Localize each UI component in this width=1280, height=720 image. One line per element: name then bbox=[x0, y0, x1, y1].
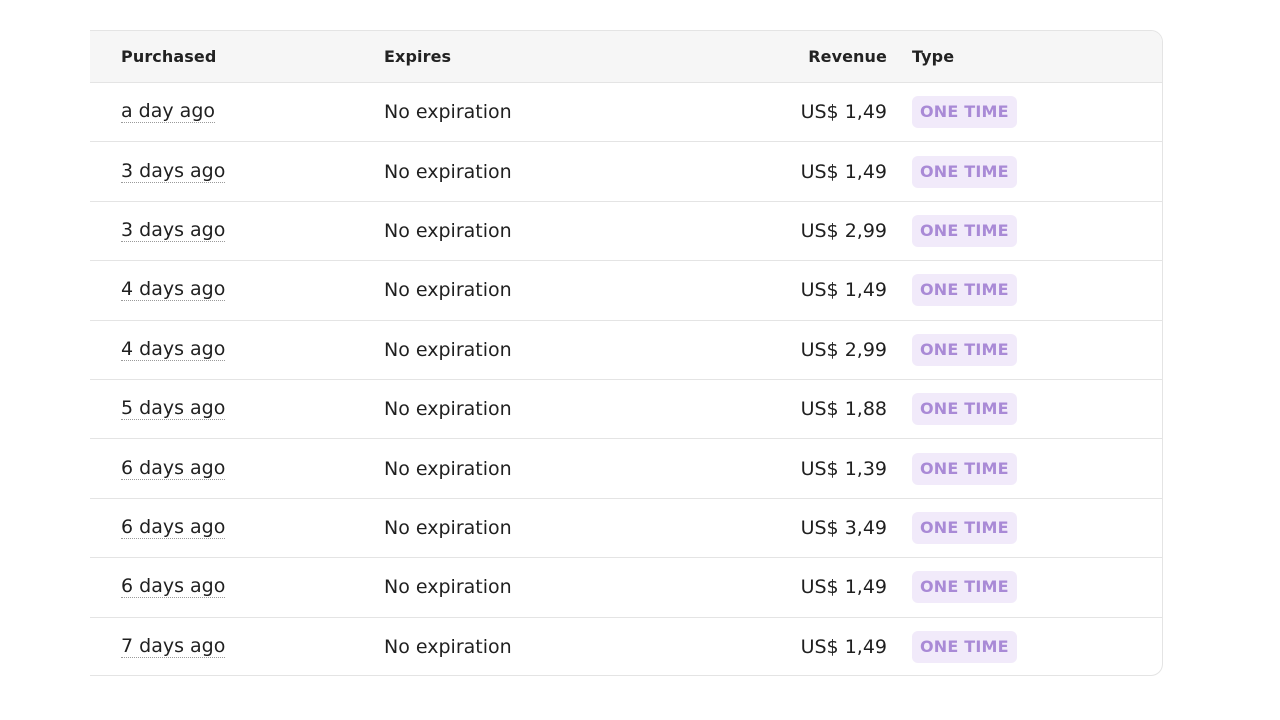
table-row[interactable]: 3 days ago No expiration US$ 2,99 ONE TIME bbox=[90, 202, 1162, 262]
type-cell: ONE TIME bbox=[912, 83, 1017, 141]
purchased-cell: 4 days ago bbox=[121, 321, 226, 379]
type-cell: ONE TIME bbox=[912, 618, 1017, 675]
table-row[interactable]: 4 days ago No expiration US$ 2,99 ONE TIME bbox=[90, 321, 1162, 380]
purchased-time[interactable]: a day ago bbox=[121, 101, 215, 124]
revenue-cell: US$ 3,49 bbox=[800, 516, 887, 539]
expires-cell: No expiration bbox=[384, 279, 512, 302]
type-badge: ONE TIME bbox=[912, 631, 1017, 664]
revenue-cell: US$ 1,49 bbox=[800, 101, 887, 124]
transactions-table: Purchased Expires Revenue Type a day ago… bbox=[90, 30, 1163, 676]
table-body: a day ago No expiration US$ 1,49 ONE TIME 3 … bbox=[90, 83, 1162, 675]
revenue-cell: US$ 1,49 bbox=[800, 160, 887, 183]
expires-cell: No expiration bbox=[384, 219, 512, 242]
expires-cell: No expiration bbox=[384, 398, 512, 421]
type-cell: ONE TIME bbox=[912, 261, 1017, 319]
type-cell: ONE TIME bbox=[912, 321, 1017, 379]
purchased-cell: 6 days ago bbox=[121, 558, 226, 616]
type-badge: ONE TIME bbox=[912, 571, 1017, 604]
type-cell: ONE TIME bbox=[912, 439, 1017, 497]
type-badge: ONE TIME bbox=[912, 452, 1017, 485]
type-badge: ONE TIME bbox=[912, 155, 1017, 188]
type-badge: ONE TIME bbox=[912, 96, 1017, 129]
table-row[interactable]: 6 days ago No expiration US$ 1,39 ONE TIME bbox=[90, 439, 1162, 499]
revenue-cell: US$ 2,99 bbox=[800, 338, 887, 361]
expires-cell: No expiration bbox=[384, 576, 512, 599]
type-badge: ONE TIME bbox=[912, 214, 1017, 247]
type-cell: ONE TIME bbox=[912, 558, 1017, 616]
type-badge: ONE TIME bbox=[912, 393, 1017, 426]
table-row[interactable]: a day ago No expiration US$ 1,49 ONE TIME bbox=[90, 83, 1162, 143]
expires-cell: No expiration bbox=[384, 101, 512, 124]
column-header-expires[interactable]: Expires bbox=[384, 31, 451, 82]
table-row[interactable]: 3 days ago No expiration US$ 1,49 ONE TIME bbox=[90, 142, 1162, 202]
purchased-time[interactable]: 4 days ago bbox=[121, 338, 226, 361]
purchased-time[interactable]: 3 days ago bbox=[121, 160, 226, 183]
type-badge: ONE TIME bbox=[912, 511, 1017, 544]
purchased-cell: 3 days ago bbox=[121, 202, 226, 260]
type-cell: ONE TIME bbox=[912, 142, 1017, 200]
purchased-cell: 7 days ago bbox=[121, 618, 226, 675]
table-row[interactable]: 7 days ago No expiration US$ 1,49 ONE TIME bbox=[90, 618, 1162, 675]
column-header-type[interactable]: Type bbox=[912, 31, 954, 82]
column-header-purchased[interactable]: Purchased bbox=[121, 31, 216, 82]
revenue-cell: US$ 1,49 bbox=[800, 279, 887, 302]
purchased-time[interactable]: 4 days ago bbox=[121, 279, 226, 302]
purchased-cell: 3 days ago bbox=[121, 142, 226, 200]
purchased-time[interactable]: 5 days ago bbox=[121, 398, 226, 421]
table-row[interactable]: 6 days ago No expiration US$ 3,49 ONE TIME bbox=[90, 499, 1162, 559]
purchased-time[interactable]: 3 days ago bbox=[121, 219, 226, 242]
expires-cell: No expiration bbox=[384, 457, 512, 480]
type-badge: ONE TIME bbox=[912, 274, 1017, 307]
revenue-cell: US$ 1,49 bbox=[800, 576, 887, 599]
type-cell: ONE TIME bbox=[912, 499, 1017, 557]
table-row[interactable]: 4 days ago No expiration US$ 1,49 ONE TIME bbox=[90, 261, 1162, 321]
table-header: Purchased Expires Revenue Type bbox=[90, 31, 1162, 83]
purchased-cell: 4 days ago bbox=[121, 261, 226, 319]
purchased-cell: 6 days ago bbox=[121, 439, 226, 497]
revenue-cell: US$ 1,49 bbox=[800, 636, 887, 659]
expires-cell: No expiration bbox=[384, 160, 512, 183]
table-row[interactable]: 5 days ago No expiration US$ 1,88 ONE TIME bbox=[90, 380, 1162, 440]
revenue-cell: US$ 1,88 bbox=[800, 398, 887, 421]
column-header-revenue[interactable]: Revenue bbox=[650, 31, 887, 82]
type-cell: ONE TIME bbox=[912, 202, 1017, 260]
purchased-time[interactable]: 6 days ago bbox=[121, 576, 226, 599]
purchased-time[interactable]: 6 days ago bbox=[121, 457, 226, 480]
purchased-cell: 6 days ago bbox=[121, 499, 226, 557]
expires-cell: No expiration bbox=[384, 636, 512, 659]
purchased-time[interactable]: 7 days ago bbox=[121, 636, 226, 659]
type-badge: ONE TIME bbox=[912, 333, 1017, 366]
expires-cell: No expiration bbox=[384, 516, 512, 539]
purchased-time[interactable]: 6 days ago bbox=[121, 516, 226, 539]
purchased-cell: a day ago bbox=[121, 83, 215, 141]
revenue-cell: US$ 1,39 bbox=[800, 457, 887, 480]
revenue-cell: US$ 2,99 bbox=[800, 219, 887, 242]
type-cell: ONE TIME bbox=[912, 380, 1017, 438]
table-row[interactable]: 6 days ago No expiration US$ 1,49 ONE TIME bbox=[90, 558, 1162, 618]
expires-cell: No expiration bbox=[384, 338, 512, 361]
purchased-cell: 5 days ago bbox=[121, 380, 226, 438]
